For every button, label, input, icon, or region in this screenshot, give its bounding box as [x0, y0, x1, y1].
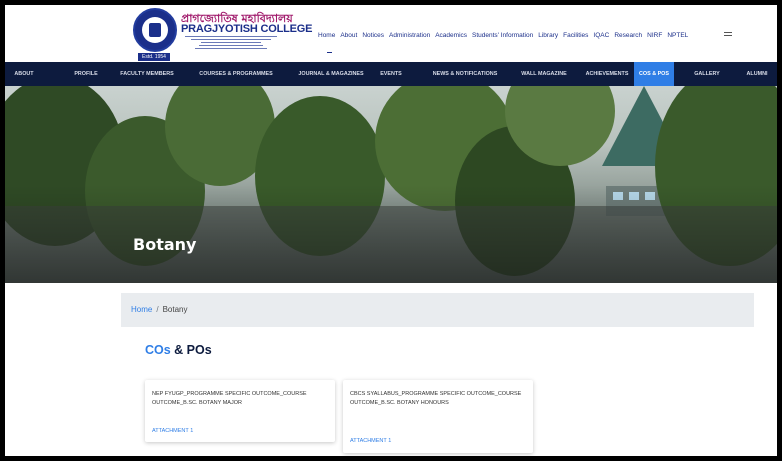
college-emblem-icon[interactable]	[133, 8, 177, 52]
section-title-accent: COs	[145, 343, 171, 357]
nav-journal-magazines[interactable]: JOURNAL & MAGAZINES	[286, 62, 376, 86]
main-nav: ABOUT PROFILE FACULTY MEMBERS COURSES & …	[5, 62, 777, 86]
breadcrumb-current: Botany	[162, 305, 188, 314]
nav-cos-pos[interactable]: COs & POs	[634, 62, 674, 86]
top-nav-nirf[interactable]: NIRF	[647, 32, 662, 39]
top-nav-library[interactable]: Library	[538, 32, 558, 39]
document-card: NEP FYUGP_PROGRAMME SPECIFIC OUTCOME_COU…	[145, 380, 335, 442]
nav-alumni[interactable]: ALUMNI	[736, 62, 777, 86]
attachment-link[interactable]: ATTACHMENT 1	[350, 438, 391, 444]
logo-established: Estd. 1954	[138, 53, 170, 61]
logo-english-name[interactable]: PRAGJYOTISH COLLEGE	[181, 23, 312, 35]
top-nav-students-information[interactable]: Students' Information	[472, 32, 533, 39]
nav-wall-magazine[interactable]: WALL MAGAZINE	[507, 62, 581, 86]
nav-about[interactable]: ABOUT	[5, 62, 43, 86]
page-title: Botany	[133, 235, 197, 254]
logo-subtext-graphic	[181, 36, 281, 51]
section-title: COs & POs	[145, 343, 212, 357]
breadcrumb-separator: /	[156, 305, 159, 314]
document-card: CBCS Syallabus_PROGRAMME SPECIFIC OUTCOM…	[343, 380, 533, 453]
nav-profile[interactable]: PROFILE	[66, 62, 106, 86]
breadcrumb: Home / Botany	[121, 293, 754, 327]
hamburger-icon[interactable]	[724, 32, 732, 39]
breadcrumb-home[interactable]: Home	[131, 305, 152, 314]
top-nav-research[interactable]: Research	[614, 32, 642, 39]
main-content: Home / Botany COs & POs NEP FYUGP_PROGRAMM…	[5, 283, 777, 456]
top-nav-academics[interactable]: Academics	[435, 32, 467, 39]
page-frame: Estd. 1954 প্ৰাগজ্যোতিষ মহাবিদ্যালয় PRA…	[5, 5, 777, 456]
hero-overlay	[5, 86, 777, 283]
nav-news-notifications[interactable]: NEWS & NOTIFICATIONS	[415, 62, 515, 86]
section-title-rest: & POs	[170, 343, 212, 357]
card-title: CBCS Syallabus_PROGRAMME SPECIFIC OUTCOM…	[350, 391, 522, 406]
top-nav-facilities[interactable]: Facilities	[563, 32, 588, 39]
hero-banner: Botany	[5, 86, 777, 283]
card-title: NEP FYUGP_PROGRAMME SPECIFIC OUTCOME_COU…	[152, 391, 307, 406]
nav-courses-programmes[interactable]: COURSES & PROGRAMMES	[188, 62, 284, 86]
top-nav-administration[interactable]: Administration	[389, 32, 430, 39]
top-nav-about[interactable]: About	[340, 32, 357, 39]
site-header: Estd. 1954 প্ৰাগজ্যোতিষ মহাবিদ্যালয় PRA…	[5, 5, 777, 62]
top-nav: Home About Notices Administration Academ…	[318, 32, 688, 39]
nav-gallery[interactable]: GALLERY	[686, 62, 728, 86]
nav-events[interactable]: EVENTS	[373, 62, 409, 86]
nav-achievements[interactable]: ACHIEVEMENTS	[575, 62, 639, 86]
attachment-link[interactable]: ATTACHMENT 1	[152, 428, 193, 434]
top-nav-nptel[interactable]: NPTEL	[667, 32, 688, 39]
top-nav-notices[interactable]: Notices	[362, 32, 384, 39]
top-nav-home[interactable]: Home	[318, 32, 335, 39]
logo-subtext-lines	[185, 36, 277, 49]
top-nav-active-underline	[327, 52, 332, 53]
nav-faculty-members[interactable]: FACULTY MEMBERS	[111, 62, 183, 86]
top-nav-iqac[interactable]: IQAC	[593, 32, 609, 39]
